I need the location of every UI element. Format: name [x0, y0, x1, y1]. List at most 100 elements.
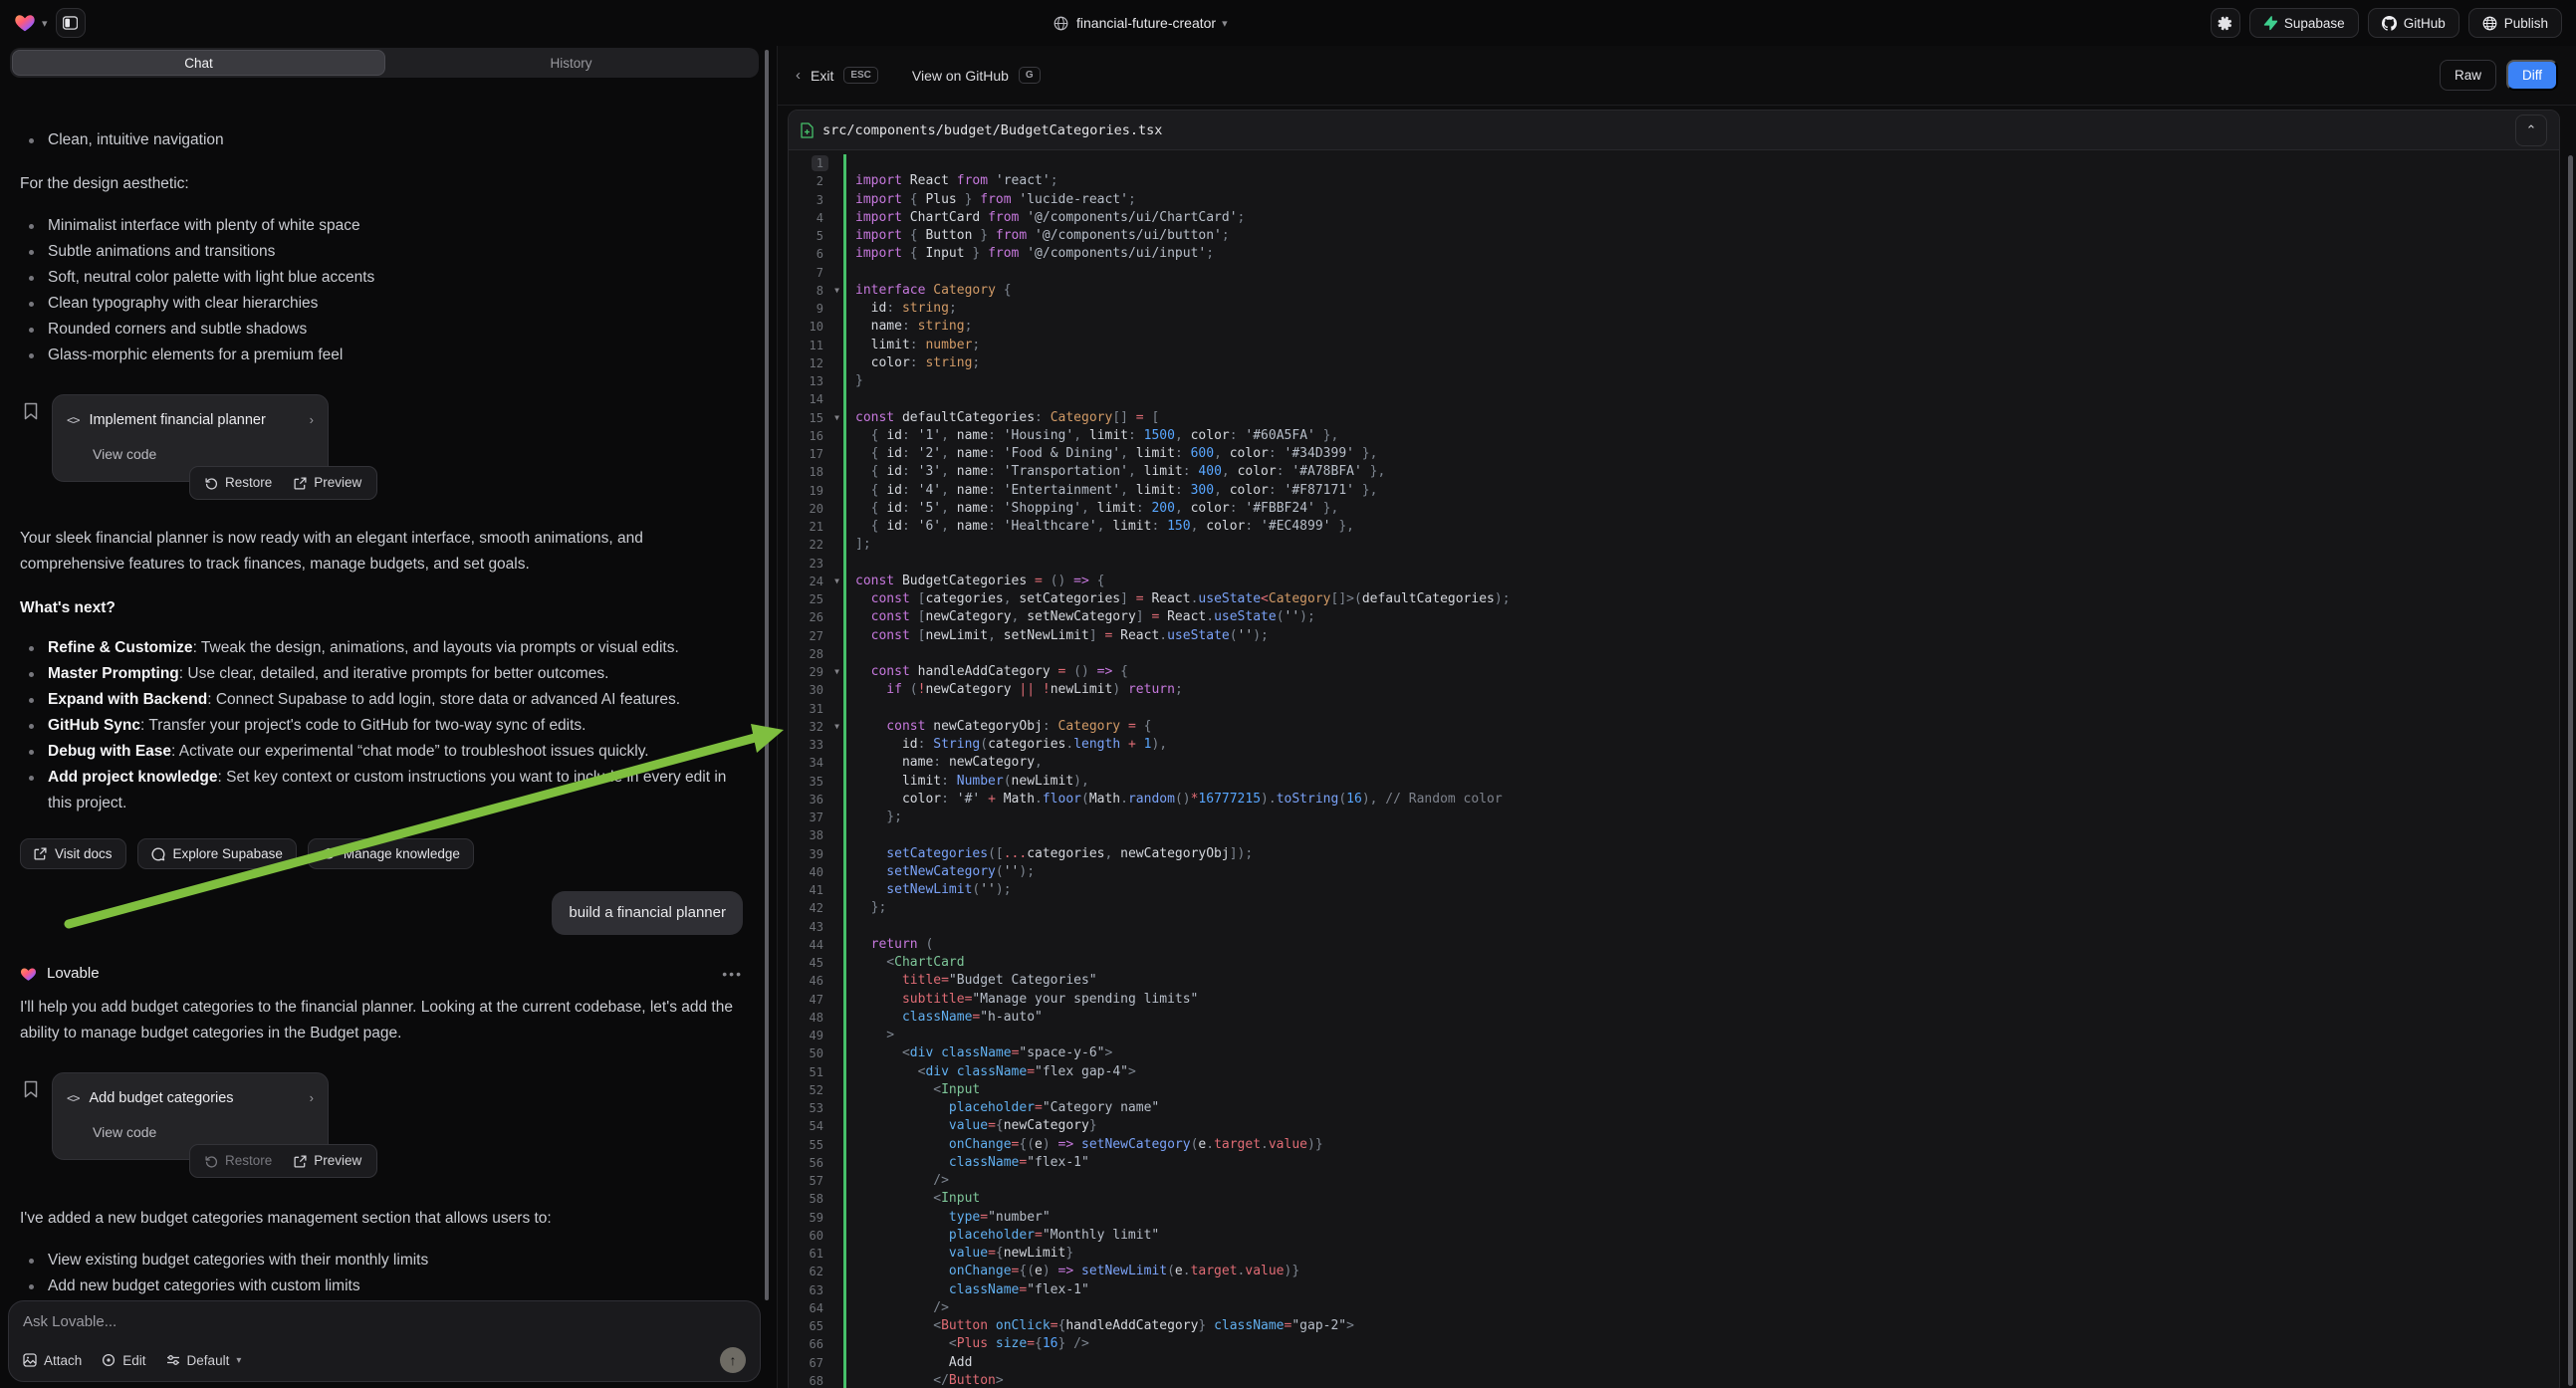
restore-button[interactable]: Restore [194, 1148, 283, 1174]
publish-button[interactable]: Publish [2468, 8, 2562, 38]
fold-spacer [830, 627, 843, 645]
chat-scroll-area[interactable]: Clean, intuitive navigation For the desi… [20, 125, 743, 1296]
next-step-item: Debug with Ease: Activate our experiment… [20, 739, 743, 765]
explore-supabase-button[interactable]: Explore Supabase [137, 838, 297, 869]
line-number: 32 [789, 718, 830, 736]
visit-docs-button[interactable]: Visit docs [20, 838, 126, 869]
manage-knowledge-button[interactable]: Manage knowledge [308, 838, 474, 869]
code-text [843, 264, 2559, 282]
fold-chevron-icon[interactable]: ▼ [830, 282, 843, 300]
code-line: 31 [789, 700, 2559, 718]
code-text: }; [843, 899, 2559, 917]
github-icon [2382, 16, 2397, 31]
exit-button[interactable]: Exit [811, 68, 833, 84]
sliders-icon [166, 1354, 180, 1366]
line-number: 4 [789, 209, 830, 227]
supabase-button[interactable]: Supabase [2249, 8, 2359, 38]
lovable-logo-icon[interactable] [14, 12, 36, 34]
user-message: build a financial planner [552, 891, 743, 935]
attach-label: Attach [44, 1353, 82, 1368]
preview-button[interactable]: Preview [283, 1148, 372, 1174]
list-item: Glass-morphic elements for a premium fee… [20, 343, 743, 368]
code-line: 35 limit: Number(newLimit), [789, 773, 2559, 791]
preview-button[interactable]: Preview [283, 470, 372, 496]
fold-spacer [830, 1227, 843, 1245]
next-steps-list: Refine & Customize: Tweak the design, an… [20, 635, 743, 816]
file-header[interactable]: src/components/budget/BudgetCategories.t… [789, 111, 2559, 150]
settings-button[interactable] [2211, 8, 2240, 38]
code-line: 29▼ const handleAddCategory = () => { [789, 663, 2559, 681]
line-number: 14 [789, 390, 830, 408]
fold-spacer [830, 1281, 843, 1299]
back-chevron-icon[interactable]: ‹ [796, 67, 801, 84]
line-number: 33 [789, 736, 830, 754]
fold-spacer [830, 899, 843, 917]
project-switcher[interactable]: financial-future-creator ▾ [1054, 0, 1228, 46]
line-number: 8 [789, 282, 830, 300]
code-text: const newCategoryObj: Category = { [843, 718, 2559, 736]
fold-spacer [830, 482, 843, 500]
tab-history[interactable]: History [385, 50, 757, 76]
code-text: { id: '5', name: 'Shopping', limit: 200,… [843, 500, 2559, 518]
explore-supabase-label: Explore Supabase [173, 841, 283, 867]
view-code-link[interactable]: View code [93, 1119, 314, 1145]
view-code-link[interactable]: View code [93, 441, 314, 467]
bookmark-icon[interactable] [24, 402, 38, 482]
code-text: <div className="space-y-6"> [843, 1044, 2559, 1062]
code-text [843, 390, 2559, 408]
sidebar-toggle-button[interactable] [56, 8, 86, 38]
message-more-icon[interactable]: ••• [722, 961, 743, 987]
code-line: 48 className="h-auto" [789, 1009, 2559, 1027]
line-number: 48 [789, 1009, 830, 1027]
line-number: 65 [789, 1317, 830, 1335]
fold-spacer [830, 590, 843, 608]
code-line: 17 { id: '2', name: 'Food & Dining', lim… [789, 445, 2559, 463]
code-icon: <> [67, 407, 79, 433]
code-text: placeholder="Category name" [843, 1099, 2559, 1117]
edit-button[interactable]: Edit [102, 1353, 145, 1368]
line-number: 16 [789, 427, 830, 445]
restore-button[interactable]: Restore [194, 470, 283, 496]
chat-input[interactable] [23, 1313, 746, 1330]
code-text: { id: '3', name: 'Transportation', limit… [843, 463, 2559, 481]
code-line: 44 return ( [789, 936, 2559, 954]
code-text: { id: '2', name: 'Food & Dining', limit:… [843, 445, 2559, 463]
code-line: 27 const [newLimit, setNewLimit] = React… [789, 627, 2559, 645]
collapse-chevron-up-button[interactable]: ⌃ [2515, 115, 2547, 146]
code-scrollbar[interactable] [2568, 155, 2573, 1386]
raw-toggle-button[interactable]: Raw [2440, 60, 2496, 91]
send-button[interactable]: ↑ [720, 1347, 746, 1373]
code-text: value={newLimit} [843, 1245, 2559, 1263]
fold-chevron-icon[interactable]: ▼ [830, 573, 843, 590]
line-number: 45 [789, 954, 830, 972]
code-text: </Button> [843, 1372, 2559, 1388]
line-number: 25 [789, 590, 830, 608]
code-line: 38 [789, 826, 2559, 844]
fold-spacer [830, 754, 843, 772]
diff-toggle-button[interactable]: Diff [2506, 60, 2558, 91]
fold-spacer [830, 555, 843, 573]
line-number: 56 [789, 1154, 830, 1172]
fold-spacer [830, 245, 843, 263]
bookmark-icon[interactable] [24, 1080, 38, 1160]
fold-chevron-icon[interactable]: ▼ [830, 718, 843, 736]
tab-chat[interactable]: Chat [12, 50, 385, 76]
code-text: className="flex-1" [843, 1154, 2559, 1172]
code-text: subtitle="Manage your spending limits" [843, 991, 2559, 1009]
view-on-github-button[interactable]: View on GitHub [912, 68, 1009, 84]
attach-button[interactable]: Attach [23, 1353, 82, 1368]
line-number: 2 [789, 172, 830, 190]
code-lines[interactable]: 12import React from 'react';3import { Pl… [789, 150, 2559, 1388]
fold-chevron-icon[interactable]: ▼ [830, 409, 843, 427]
code-line: 45 <ChartCard [789, 954, 2559, 972]
code-text: className="h-auto" [843, 1009, 2559, 1027]
code-line: 58 <Input [789, 1190, 2559, 1208]
mode-selector[interactable]: Default ▾ [166, 1353, 242, 1368]
fold-chevron-icon[interactable]: ▼ [830, 663, 843, 681]
code-line: 65 <Button onClick={handleAddCategory} c… [789, 1317, 2559, 1335]
github-button[interactable]: GitHub [2368, 8, 2459, 38]
fold-spacer [830, 773, 843, 791]
code-line: 24▼const BudgetCategories = () => { [789, 573, 2559, 590]
chat-scrollbar[interactable] [765, 50, 769, 1300]
logo-chevron-down-icon[interactable]: ▾ [42, 17, 48, 30]
